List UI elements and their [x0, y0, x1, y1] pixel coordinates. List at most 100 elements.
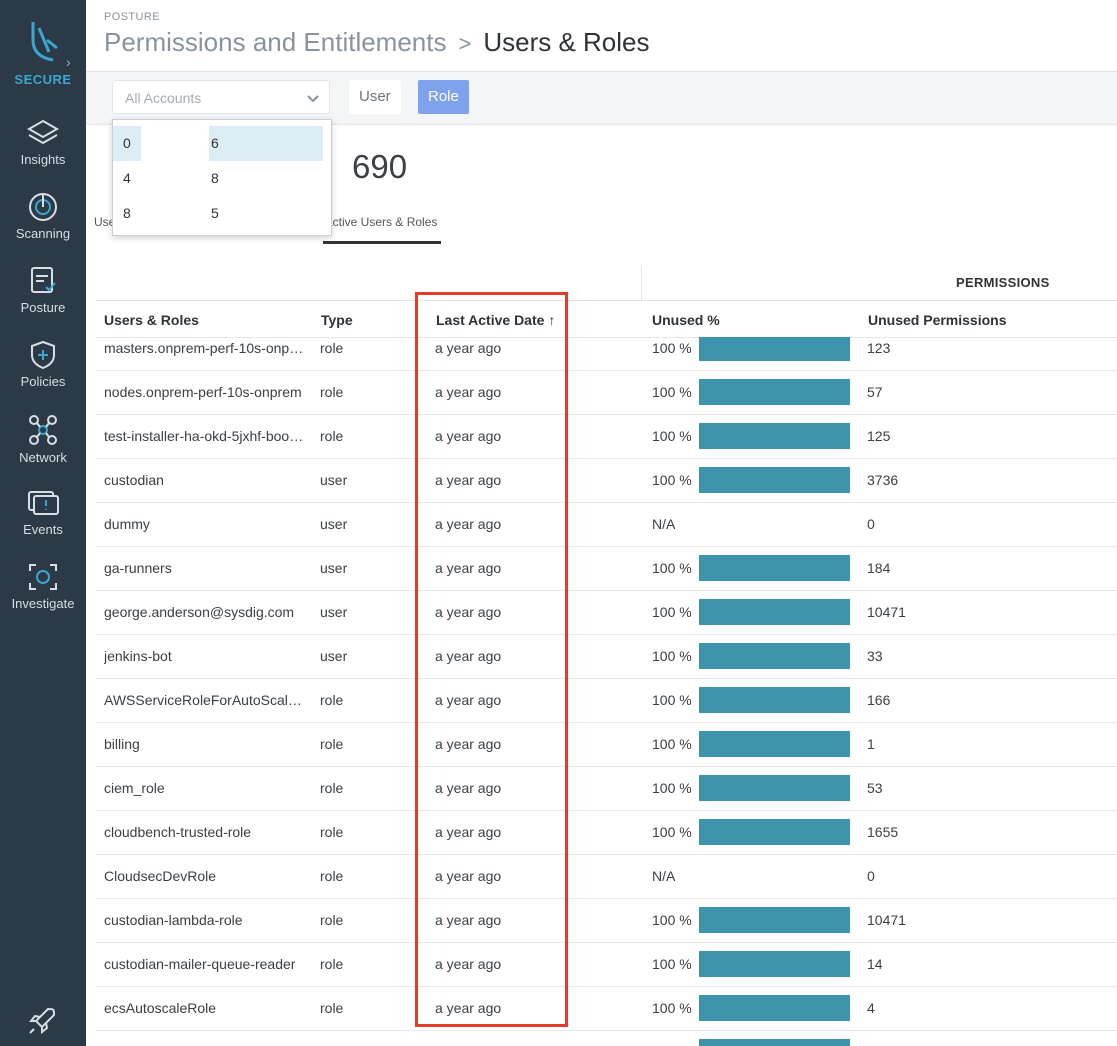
user-toggle-button[interactable]: User: [349, 80, 401, 114]
cell-user-role-name: custodian: [104, 472, 164, 488]
unused-pct-bar: [699, 687, 850, 713]
cell-unused-pct: 100 %: [652, 1000, 692, 1016]
active-users-roles-count: 690: [352, 148, 408, 185]
table-row[interactable]: ecsAutoscaleRole role a year ago 100 % 4: [96, 986, 1117, 1031]
cell-user-role-name: test-installer-ha-okd-5jxhf-bootstrap: [104, 428, 304, 444]
sidebar-item-label: Scanning: [15, 226, 71, 241]
cell-user-role-name: jenkins-bot: [104, 648, 172, 664]
unused-pct-bar: [699, 555, 850, 581]
cell-unused-pct: 100 %: [652, 384, 692, 400]
table-row[interactable]: custodian-mailer-queue-reader role a year …: [96, 942, 1117, 987]
table-row[interactable]: billing role a year ago 100 % 1: [96, 722, 1117, 767]
cell-unused-permissions: 166: [867, 692, 891, 708]
users-roles-table: PERMISSIONS Users & Roles Type Last Acti…: [86, 265, 1117, 1046]
table-row[interactable]: ga-runners user a year ago 100 % 184: [96, 546, 1117, 591]
brand-label: SECURE: [14, 72, 72, 87]
cell-user-role-name: billing: [104, 736, 140, 752]
cell-unused-permissions: 184: [867, 560, 891, 576]
column-header-unused-pct[interactable]: Unused %: [652, 312, 720, 328]
chevron-right-icon[interactable]: ›: [66, 54, 71, 70]
cell-unused-permissions: 1: [867, 736, 875, 752]
table-row[interactable]: jenkins-bot user a year ago 100 % 33: [96, 634, 1117, 679]
dropdown-option[interactable]: 8: [123, 196, 131, 231]
cell-user-role-name: masters.onprem-perf-10s-onprem: [104, 340, 304, 356]
cell-unused-pct: 100 %: [652, 912, 692, 928]
column-header-type[interactable]: Type: [321, 312, 353, 328]
posture-icon: [31, 267, 56, 293]
table-row[interactable]: george.anderson@sysdig.com user a year ago…: [96, 590, 1117, 635]
unused-pct-bar: [699, 643, 850, 669]
breadcrumb-parent[interactable]: Permissions and Entitlements: [104, 27, 446, 57]
cell-unused-permissions: 125: [867, 428, 891, 444]
sysdig-logo-icon: [23, 18, 63, 66]
cell-type: user: [320, 560, 348, 576]
cell-unused-pct: 100 %: [652, 780, 692, 796]
cell-user-role-name: dummy: [104, 516, 150, 532]
table-row[interactable]: AWSServiceRoleForAutoScaling role a year a…: [96, 678, 1117, 723]
network-icon: [29, 415, 57, 445]
sidebar: › SECURE Insights Scanning Posture Polic…: [0, 0, 86, 1046]
cell-type: user: [320, 604, 348, 620]
cell-unused-permissions: 33: [867, 648, 883, 664]
cell-unused-permissions: 123: [867, 340, 891, 356]
permissions-group-label: PERMISSIONS: [956, 275, 1050, 290]
cell-unused-permissions: 14: [867, 956, 883, 972]
cell-unused-permissions: 0: [867, 868, 875, 884]
table-row[interactable]: CloudsecDevRole role a year ago N/A 0: [96, 854, 1117, 899]
breadcrumb-current: Users & Roles: [483, 27, 650, 57]
table-body: masters.onprem-perf-10s-onprem role a year…: [96, 337, 1117, 1046]
table-row[interactable]: dummy user a year ago N/A 0: [96, 502, 1117, 547]
dropdown-option[interactable]: 6: [209, 126, 323, 161]
dropdown-option[interactable]: 5: [211, 196, 219, 231]
breadcrumb-separator: >: [458, 31, 472, 56]
dropdown-option[interactable]: 8: [211, 161, 219, 196]
unused-pct-bar: [699, 731, 850, 757]
sidebar-item-label: Insights: [20, 152, 66, 167]
cell-user-role-name: custodian-lambda-role: [104, 912, 243, 928]
sidebar-item-events[interactable]: Events: [0, 488, 86, 537]
cell-unused-pct: 100 %: [652, 428, 692, 444]
table-row[interactable]: nodes.onprem-perf-10s-onprem role a year a…: [96, 370, 1117, 415]
sidebar-item-scanning[interactable]: Scanning: [0, 192, 86, 241]
policies-icon: [31, 340, 55, 370]
unused-pct-bar: [699, 337, 850, 361]
cell-user-role-name: ciem_role: [104, 780, 165, 796]
sidebar-item-network[interactable]: Network: [0, 414, 86, 465]
unused-pct-bar: [699, 995, 850, 1021]
sidebar-item-posture[interactable]: Posture: [0, 266, 86, 315]
account-select-placeholder: All Accounts: [125, 90, 202, 106]
sidebar-item-insights[interactable]: Insights: [0, 118, 86, 167]
stat-tab-active-users-roles[interactable]: active Users & Roles: [326, 215, 437, 229]
unused-pct-bar: [699, 599, 850, 625]
cell-unused-permissions: 4: [867, 1000, 875, 1016]
table-row[interactable]: cloudbench-trusted-role role a year ago 100…: [96, 810, 1117, 855]
table-row[interactable]: masters.onprem-perf-10s-onprem role a year…: [96, 337, 1117, 371]
cell-user-role-name: ga-runners: [104, 560, 172, 576]
column-header-users-roles[interactable]: Users & Roles: [104, 312, 199, 328]
account-select[interactable]: All Accounts: [112, 80, 330, 114]
dropdown-option[interactable]: 4: [123, 161, 131, 196]
cell-unused-permissions: 0: [867, 516, 875, 532]
table-row[interactable]: custodian user a year ago 100 % 3736: [96, 458, 1117, 503]
table-row[interactable]: ciem_role role a year ago 100 % 53: [96, 766, 1117, 811]
page-title: Permissions and Entitlements > Users & Rol…: [104, 27, 650, 58]
brand[interactable]: › SECURE: [0, 18, 86, 87]
role-toggle-button[interactable]: Role: [418, 80, 469, 114]
rocket-icon[interactable]: [26, 1005, 58, 1042]
account-dropdown-menu: 0 6 4 8 8 5: [112, 119, 332, 236]
cell-unused-pct: N/A: [652, 516, 676, 532]
scanning-icon: [29, 193, 57, 221]
cell-type: role: [320, 780, 344, 796]
table-row[interactable]: custodian-lambda-role role a year ago 100 %…: [96, 898, 1117, 943]
column-header-unused-permissions[interactable]: Unused Permissions: [868, 312, 1007, 328]
dropdown-option[interactable]: 0: [113, 126, 141, 161]
table-row[interactable]: test-installer-ha-okd-5jxhf-bootstrap rol…: [96, 414, 1117, 459]
sidebar-item-investigate[interactable]: Investigate: [0, 562, 86, 611]
sidebar-item-policies[interactable]: Policies: [0, 340, 86, 389]
cell-unused-permissions: 3736: [867, 472, 899, 488]
cell-type: role: [320, 956, 344, 972]
cell-type: role: [320, 428, 344, 444]
section-eyebrow: POSTURE: [104, 11, 160, 23]
cell-unused-pct: 100 %: [652, 604, 692, 620]
cell-type: role: [320, 824, 344, 840]
